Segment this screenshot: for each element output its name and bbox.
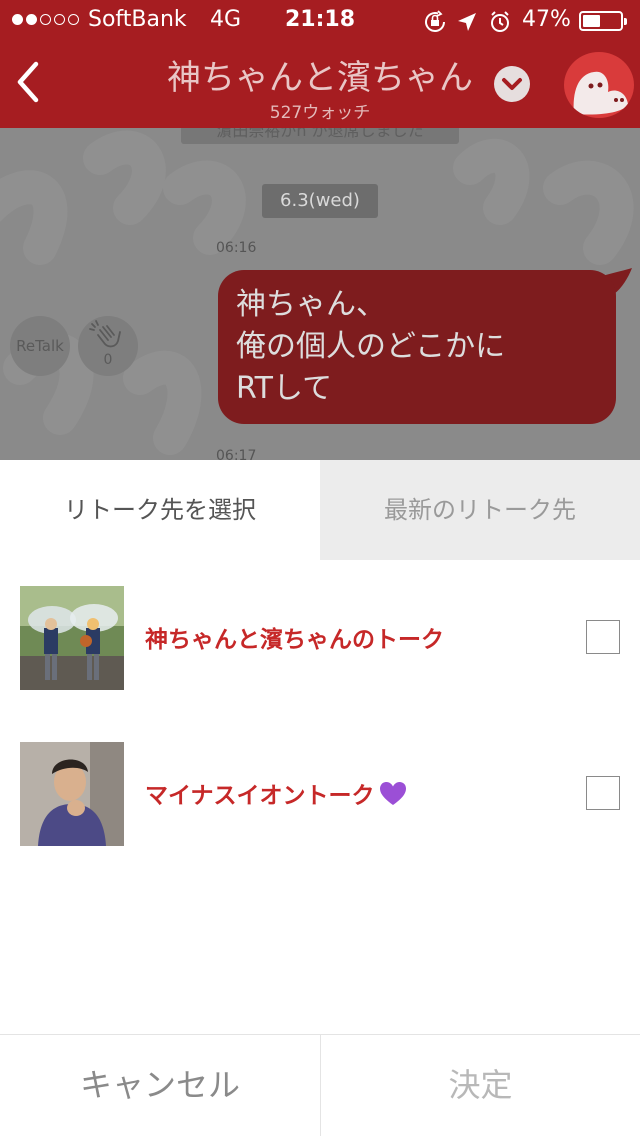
destination-label-text: マイナスイオントーク	[145, 783, 375, 809]
alarm-icon	[491, 11, 509, 32]
system-message: 濵田崇裕がn が退席しました	[181, 128, 459, 144]
date-label: 6.3(wed)	[262, 184, 378, 218]
tab-recent-destinations[interactable]: 最新のリトーク先	[320, 460, 640, 560]
watch-count: 527ウォッチ	[269, 103, 371, 123]
clap-hands-icon	[89, 320, 121, 348]
cancel-button[interactable]: キャンセル	[0, 1035, 320, 1136]
chevron-left-icon	[17, 61, 39, 103]
tab-select-destination[interactable]: リトーク先を選択	[0, 460, 320, 560]
status-bar: SoftBank 4G 21:18 47%	[0, 0, 640, 40]
clap-button[interactable]: 0	[78, 316, 138, 376]
room-title: 神ちゃんと濱ちゃん	[167, 58, 473, 98]
destination-row[interactable]: マイナスイオントーク	[0, 742, 640, 846]
message-line: RTして	[236, 371, 333, 406]
destination-label: マイナスイオントーク	[145, 776, 407, 810]
confirm-button[interactable]: 決定	[320, 1035, 640, 1136]
location-arrow-icon	[458, 13, 476, 31]
retalk-button[interactable]: ReTalk	[10, 316, 70, 376]
ghost-mascot-icon	[573, 71, 628, 115]
retalk-destination-sheet: リトーク先を選択 最新のリトーク先 神ちゃんと濱ちゃんのトーク マイナスイオント…	[0, 460, 640, 1136]
man-in-purple-sweater-photo	[20, 742, 124, 846]
destination-label: 神ちゃんと濱ちゃんのトーク	[145, 627, 444, 653]
chevron-down-icon	[502, 78, 522, 90]
rotation-lock-icon	[425, 10, 445, 32]
clap-count: 0	[103, 352, 113, 368]
back-button[interactable]	[12, 58, 46, 106]
mascot-avatar-button[interactable]	[564, 52, 634, 118]
status-icons	[424, 10, 514, 38]
destination-row[interactable]: 神ちゃんと濱ちゃんのトーク	[0, 586, 640, 690]
message-time: 06:16	[216, 240, 257, 256]
destination-checkbox[interactable]	[586, 776, 620, 810]
destination-tabs: リトーク先を選択 最新のリトーク先	[0, 460, 640, 560]
message-line: 俺の個人のどこかに	[236, 329, 506, 364]
room-menu-button[interactable]	[494, 66, 530, 102]
two-people-with-umbrellas-photo	[20, 586, 124, 690]
purple-heart-icon	[379, 782, 406, 805]
action-bar: キャンセル 決定	[0, 1034, 640, 1136]
destination-checkbox[interactable]	[586, 620, 620, 654]
chat-area: 濵田崇裕がn が退席しました 6.3(wed) 06:16 神ちゃん、 俺の個人…	[0, 128, 640, 460]
message-bubble[interactable]: 神ちゃん、 俺の個人のどこかに RTして	[218, 270, 616, 424]
next-message-time: 06:17	[216, 448, 257, 460]
navigation-header: SoftBank 4G 21:18 47% 神ちゃんと濱ちゃん 527ウォッチ	[0, 0, 640, 128]
message-line: 神ちゃん、	[236, 287, 386, 322]
battery-percent: 47%	[522, 7, 571, 32]
battery-icon	[579, 11, 627, 31]
